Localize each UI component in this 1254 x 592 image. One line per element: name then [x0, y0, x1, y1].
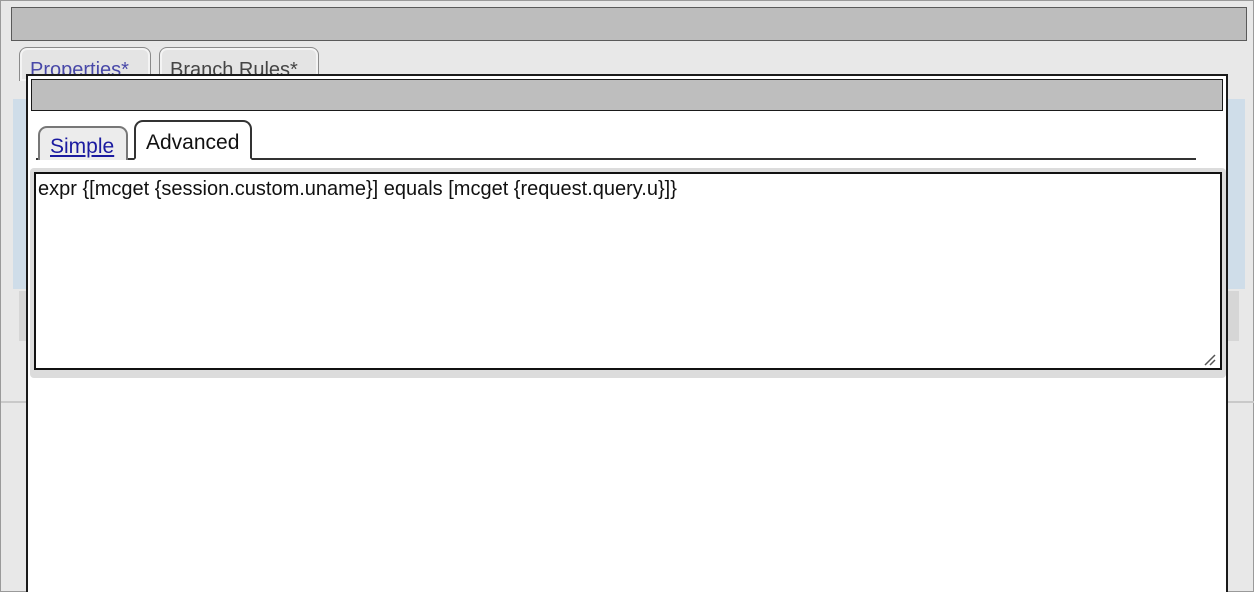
- outer-dialog-titlebar[interactable]: [11, 7, 1247, 41]
- dialog-titlebar[interactable]: [31, 79, 1223, 111]
- expression-textarea[interactable]: expr {[mcget {session.custom.uname}] equ…: [34, 172, 1222, 370]
- resize-grip-icon[interactable]: [1202, 352, 1216, 366]
- expression-editor-dialog: Simple Advanced expr {[mcget {session.cu…: [26, 74, 1228, 592]
- tab-simple-label: Simple: [50, 135, 115, 158]
- tab-advanced-label: Advanced: [146, 131, 240, 154]
- expression-editor-panel: expr {[mcget {session.custom.uname}] equ…: [30, 168, 1226, 378]
- tab-advanced[interactable]: Advanced: [134, 120, 252, 160]
- editor-tab-bar: Simple Advanced: [36, 118, 1196, 160]
- tab-simple[interactable]: Simple: [38, 126, 128, 160]
- screen: Properties* Branch Rules* Simple Advance…: [0, 0, 1254, 592]
